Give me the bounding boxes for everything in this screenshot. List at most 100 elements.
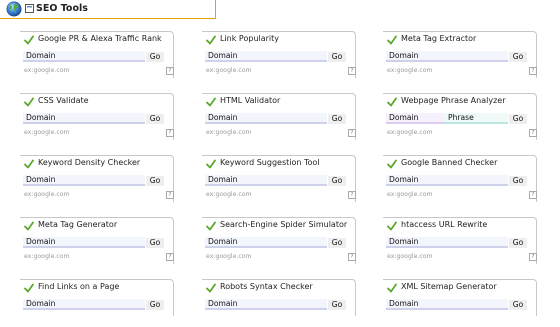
domain-input[interactable]: Domain xyxy=(386,237,508,248)
domain-input[interactable]: Domain xyxy=(205,51,327,62)
check-icon xyxy=(206,159,216,169)
phrase-input[interactable]: Phrase xyxy=(444,113,508,124)
help-icon[interactable]: ? xyxy=(529,129,537,137)
tool-title[interactable]: Keyword Suggestion Tool xyxy=(220,158,320,167)
go-button[interactable]: Go xyxy=(328,114,346,124)
help-icon[interactable]: ? xyxy=(348,191,356,199)
tool-title[interactable]: HTML Validator xyxy=(220,96,280,105)
tool-card: Google Banned Checker Domain Go ex:googl… xyxy=(383,155,540,203)
help-icon[interactable]: ? xyxy=(529,191,537,199)
input-label: Domain xyxy=(389,51,419,60)
tool-card: Google PR & Alexa Traffic Rank Domain Go… xyxy=(20,31,177,79)
input-label: Domain xyxy=(389,175,419,184)
domain-input[interactable]: Domain xyxy=(23,113,145,124)
go-button[interactable]: Go xyxy=(509,300,527,310)
phrase-label: Phrase xyxy=(448,113,474,122)
tool-card: Robots Syntax Checker Domain Go xyxy=(202,279,359,327)
domain-input[interactable]: Domain xyxy=(23,299,145,310)
input-label: Domain xyxy=(389,113,419,122)
go-button[interactable]: Go xyxy=(509,176,527,186)
tool-title[interactable]: Robots Syntax Checker xyxy=(220,282,313,291)
help-icon[interactable]: ? xyxy=(348,129,356,137)
check-icon xyxy=(206,35,216,45)
tool-card: Webpage Phrase Analyzer Domain Phrase Go… xyxy=(383,93,540,141)
help-icon[interactable]: ? xyxy=(166,67,174,75)
input-label: Domain xyxy=(26,113,56,122)
tool-card: htaccess URL Rewrite Domain Go ex:google… xyxy=(383,217,540,265)
go-button[interactable]: Go xyxy=(328,52,346,62)
tool-card: Search-Engine Spider Simulator Domain Go… xyxy=(202,217,359,265)
domain-input[interactable]: Domain xyxy=(386,299,508,310)
domain-input[interactable]: Domain xyxy=(205,175,327,186)
domain-input[interactable]: Domain xyxy=(205,237,327,248)
go-button[interactable]: Go xyxy=(328,300,346,310)
help-icon[interactable]: ? xyxy=(166,253,174,261)
domain-input[interactable]: Domain xyxy=(386,175,508,186)
check-icon xyxy=(206,283,216,293)
help-icon[interactable]: ? xyxy=(529,253,537,261)
tool-card: Meta Tag Extractor Domain Go ex:google.c… xyxy=(383,31,540,79)
go-button[interactable]: Go xyxy=(146,114,164,124)
example-hint: ex:google.com xyxy=(206,67,252,74)
go-button[interactable]: Go xyxy=(146,300,164,310)
tool-card: Keyword Density Checker Domain Go ex:goo… xyxy=(20,155,177,203)
tool-title[interactable]: CSS Validate xyxy=(38,96,89,105)
input-label: Domain xyxy=(26,51,56,60)
help-icon[interactable]: ? xyxy=(529,67,537,75)
help-icon[interactable]: ? xyxy=(166,191,174,199)
domain-input[interactable]: Domain xyxy=(386,51,508,62)
tool-card: CSS Validate Domain Go ex:google.com ? xyxy=(20,93,177,141)
example-hint: ex:google.com xyxy=(206,253,252,260)
tool-title[interactable]: Google Banned Checker xyxy=(401,158,497,167)
tool-title[interactable]: XML Sitemap Generator xyxy=(401,282,497,291)
input-label: Domain xyxy=(208,51,238,60)
go-button[interactable]: Go xyxy=(509,114,527,124)
input-label: Domain xyxy=(389,299,419,308)
check-icon xyxy=(24,283,34,293)
go-button[interactable]: Go xyxy=(328,176,346,186)
domain-input[interactable]: Domain xyxy=(23,51,145,62)
go-button[interactable]: Go xyxy=(146,176,164,186)
tools-grid: Google PR & Alexa Traffic Rank Domain Go… xyxy=(0,0,560,316)
tool-title[interactable]: Find Links on a Page xyxy=(38,282,119,291)
input-label: Domain xyxy=(26,237,56,246)
tool-card: Find Links on a Page Domain Go xyxy=(20,279,177,327)
go-button[interactable]: Go xyxy=(146,52,164,62)
go-button[interactable]: Go xyxy=(328,238,346,248)
tool-title[interactable]: Search-Engine Spider Simulator xyxy=(220,220,347,229)
example-hint: ex:google.com xyxy=(387,253,433,260)
check-icon xyxy=(387,35,397,45)
domain-input[interactable]: Domain xyxy=(23,237,145,248)
tool-title[interactable]: Keyword Density Checker xyxy=(38,158,140,167)
tool-title[interactable]: Meta Tag Extractor xyxy=(401,34,476,43)
go-button[interactable]: Go xyxy=(509,52,527,62)
go-button[interactable]: Go xyxy=(146,238,164,248)
input-label: Domain xyxy=(208,299,238,308)
input-label: Domain xyxy=(208,237,238,246)
go-button[interactable]: Go xyxy=(509,238,527,248)
tool-title[interactable]: Link Popularity xyxy=(220,34,279,43)
tool-card: HTML Validator Domain Go ex:google.com ? xyxy=(202,93,359,141)
tool-card: Link Popularity Domain Go ex:google.com … xyxy=(202,31,359,79)
check-icon xyxy=(387,283,397,293)
domain-input[interactable]: Domain xyxy=(23,175,145,186)
example-hint: ex:google.com xyxy=(387,67,433,74)
input-label: Domain xyxy=(208,113,238,122)
input-label: Domain xyxy=(208,175,238,184)
help-icon[interactable]: ? xyxy=(348,67,356,75)
tool-title[interactable]: Google PR & Alexa Traffic Rank xyxy=(38,34,162,43)
tool-card: XML Sitemap Generator Domain Go xyxy=(383,279,540,327)
example-hint: ex:google.com xyxy=(24,129,70,136)
tool-title[interactable]: Webpage Phrase Analyzer xyxy=(401,96,506,105)
tool-title[interactable]: Meta Tag Generator xyxy=(38,220,117,229)
check-icon xyxy=(24,159,34,169)
domain-input[interactable]: Domain xyxy=(205,299,327,310)
help-icon[interactable]: ? xyxy=(166,129,174,137)
tool-title[interactable]: htaccess URL Rewrite xyxy=(401,220,487,229)
check-icon xyxy=(24,221,34,231)
domain-input[interactable]: Domain xyxy=(386,113,444,124)
example-hint: ex:google.com xyxy=(206,191,252,198)
help-icon[interactable]: ? xyxy=(348,253,356,261)
example-hint: ex:google.com xyxy=(206,129,252,136)
domain-input[interactable]: Domain xyxy=(205,113,327,124)
